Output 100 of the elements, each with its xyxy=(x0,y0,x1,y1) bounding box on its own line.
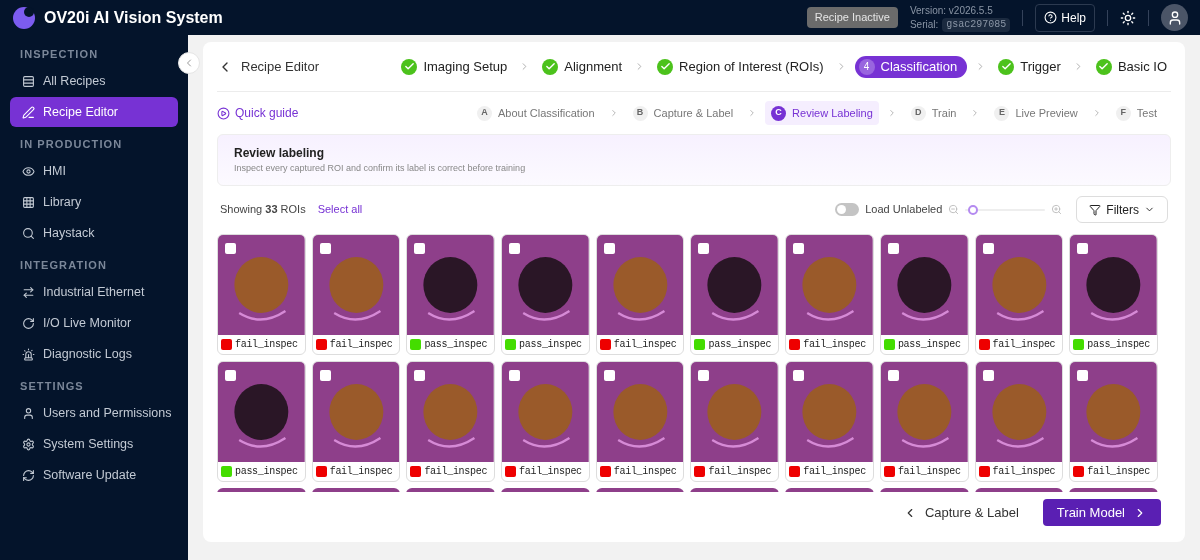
tile-checkbox[interactable] xyxy=(319,242,331,254)
step-letter: C xyxy=(771,105,787,121)
roi-tile[interactable]: fail_inspec xyxy=(974,360,1064,482)
nav-item[interactable]: System Settings xyxy=(10,429,178,459)
collapse-button[interactable] xyxy=(178,52,200,74)
filter-icon xyxy=(1089,203,1102,216)
app-title: OV20i AI Vision System xyxy=(44,7,223,28)
version-text: Version: v2026.5.5 xyxy=(909,3,994,18)
step-tab[interactable]: Imaging Setup xyxy=(397,55,512,78)
tile-checkbox[interactable] xyxy=(509,242,521,254)
substep-tab[interactable]: C Review Labeling xyxy=(765,101,879,125)
train-model-button[interactable]: Train Model xyxy=(1042,499,1161,526)
banner-subtitle: Inspect every captured ROI and confirm its label is correct before training xyxy=(234,162,527,175)
tile-checkbox[interactable] xyxy=(603,369,615,381)
nav-item[interactable]: Haystack xyxy=(10,218,178,248)
roi-count: Showing 33 ROIs xyxy=(220,202,306,218)
roi-tile[interactable]: pass_inspec xyxy=(406,233,496,355)
theme-toggle-icon[interactable] xyxy=(1120,9,1136,26)
step-letter: D xyxy=(910,105,926,121)
step-tab[interactable]: 4 Classification xyxy=(854,55,968,78)
roi-tile[interactable]: pass_inspec xyxy=(690,233,780,355)
tile-checkbox[interactable] xyxy=(1077,242,1089,254)
tile-label: fail_inspec xyxy=(1087,464,1150,479)
tile-checkbox[interactable] xyxy=(319,369,331,381)
roi-tile[interactable]: fail_inspec xyxy=(785,360,874,482)
step-letter: E xyxy=(994,105,1010,121)
check-icon xyxy=(401,58,418,75)
section-heading: SETTINGS xyxy=(19,378,85,394)
select-all-link[interactable]: Select all xyxy=(317,201,363,218)
nav-item[interactable]: Library xyxy=(10,187,178,217)
substep-tab[interactable]: D Train xyxy=(904,101,963,125)
step-tab[interactable]: Alignment xyxy=(538,55,627,78)
substep-tab[interactable]: F Test xyxy=(1109,101,1163,125)
roi-tile[interactable]: fail_inspec xyxy=(311,360,401,482)
tile-label: pass_inspec xyxy=(519,337,582,352)
quick-guide-link[interactable]: Quick guide xyxy=(235,104,299,122)
arrows-icon xyxy=(22,285,35,299)
step-tab[interactable]: Region of Interest (ROIs) xyxy=(653,55,828,78)
roi-tile[interactable]: fail_inspec xyxy=(595,233,685,355)
step-letter: F xyxy=(1115,105,1131,121)
nav-item[interactable]: Software Update xyxy=(10,460,178,490)
substep-tab[interactable]: B Capture & Label xyxy=(626,101,740,125)
tile-checkbox[interactable] xyxy=(225,242,236,254)
roi-tile[interactable]: fail_inspec xyxy=(311,233,401,355)
nav-item[interactable]: All Recipes xyxy=(10,66,178,96)
nav-item[interactable]: Users and Permissions xyxy=(10,398,178,428)
tile-label: fail_inspec xyxy=(519,464,582,479)
roi-tile[interactable]: fail_inspec xyxy=(501,360,590,482)
help-button[interactable]: Help xyxy=(1035,3,1095,32)
tile-checkbox[interactable] xyxy=(887,242,899,254)
tile-label: fail_inspec xyxy=(613,337,677,352)
roi-tile[interactable]: pass_inspec xyxy=(879,233,969,355)
tile-checkbox[interactable] xyxy=(698,242,710,254)
step-tab[interactable]: Trigger xyxy=(994,55,1065,78)
tile-checkbox[interactable] xyxy=(982,242,994,254)
roi-tile[interactable]: fail_inspec xyxy=(785,233,874,355)
roi-tile[interactable]: fail_inspec xyxy=(879,360,969,482)
filters-button[interactable]: Filters xyxy=(1076,196,1168,223)
substep-tab[interactable]: E Live Preview xyxy=(988,101,1084,125)
status-badge: Recipe Inactive xyxy=(806,7,898,28)
tile-checkbox[interactable] xyxy=(698,369,710,381)
back-button[interactable]: Capture & Label xyxy=(902,502,1019,523)
tile-checkbox[interactable] xyxy=(793,242,805,254)
substep-tab[interactable]: A About Classification xyxy=(470,101,601,125)
nav-item[interactable]: Diagnostic Logs xyxy=(10,339,178,369)
toggle-switch[interactable] xyxy=(835,203,860,216)
roi-tile[interactable]: pass_inspec xyxy=(1069,233,1158,355)
nav-item[interactable]: Industrial Ethernet xyxy=(10,277,178,307)
siren-icon xyxy=(22,347,35,361)
roi-tile[interactable]: fail_inspec xyxy=(595,360,685,482)
tile-label: fail_inspec xyxy=(803,464,866,479)
roi-tile[interactable]: fail_inspec xyxy=(1069,360,1158,482)
roi-tile[interactable]: fail_inspec xyxy=(217,233,306,355)
roi-tile[interactable]: pass_inspec xyxy=(217,360,306,482)
tile-label: fail_inspec xyxy=(424,464,488,479)
tile-label: fail_inspec xyxy=(897,464,961,479)
tile-checkbox[interactable] xyxy=(414,369,426,381)
tile-checkbox[interactable] xyxy=(887,369,899,381)
roi-tile[interactable]: fail_inspec xyxy=(406,360,496,482)
nav-item[interactable]: I/O Live Monitor xyxy=(10,308,178,338)
roi-tile[interactable]: pass_inspec xyxy=(501,233,590,355)
tile-checkbox[interactable] xyxy=(793,369,805,381)
tile-label: pass_inspec xyxy=(708,337,772,352)
tile-checkbox[interactable] xyxy=(414,242,426,254)
banner-title: Review labeling xyxy=(234,145,326,162)
tile-checkbox[interactable] xyxy=(603,242,615,254)
nav-item[interactable]: Recipe Editor xyxy=(10,97,178,127)
tile-checkbox[interactable] xyxy=(225,369,236,381)
avatar[interactable] xyxy=(1161,4,1188,31)
nav-item[interactable]: HMI xyxy=(10,156,178,186)
roi-tile[interactable]: fail_inspec xyxy=(974,233,1064,355)
settings-icon xyxy=(22,437,35,451)
roi-tile[interactable]: fail_inspec xyxy=(690,360,780,482)
search-icon xyxy=(22,226,35,240)
tile-checkbox[interactable] xyxy=(509,369,521,381)
step-tab[interactable]: Basic IO xyxy=(1091,55,1171,78)
tile-checkbox[interactable] xyxy=(982,369,994,381)
tile-checkbox[interactable] xyxy=(1077,369,1089,381)
tile-label: pass_inspec xyxy=(424,337,488,352)
zoom-slider[interactable] xyxy=(965,204,1046,215)
